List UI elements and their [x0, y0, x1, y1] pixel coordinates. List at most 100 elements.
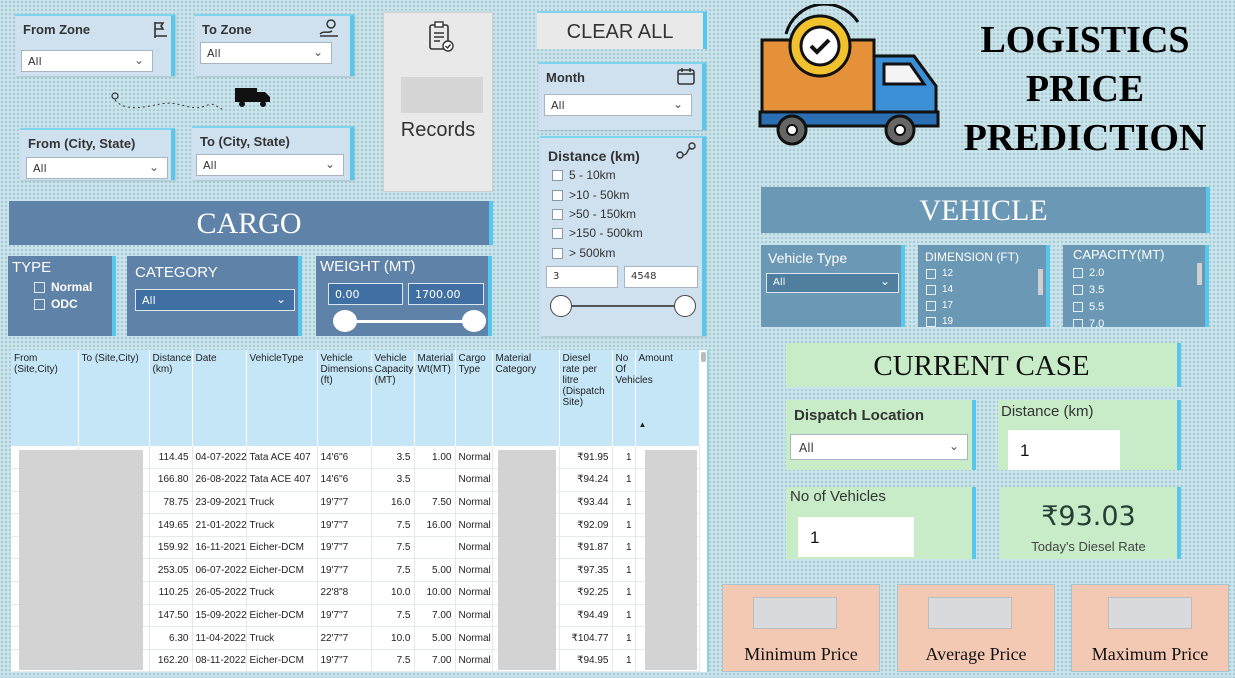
- capacity-option-label: 5.5: [1089, 301, 1105, 313]
- distance-min-input[interactable]: 3: [546, 266, 618, 288]
- vehicles-parameter-input[interactable]: 1: [798, 517, 914, 557]
- column-header[interactable]: From (Site,City): [11, 350, 79, 446]
- type-option-odc[interactable]: ODC: [34, 297, 78, 311]
- column-header[interactable]: Material Wt(MT): [414, 350, 456, 446]
- distance-option-5[interactable]: > 500km: [552, 246, 615, 260]
- column-header[interactable]: Vehicle Dimensions (ft): [317, 350, 373, 446]
- table-cell: Normal: [455, 604, 493, 628]
- dimension-option-label: 17: [942, 300, 954, 311]
- column-header[interactable]: Vehicle Capacity (MT): [371, 350, 415, 446]
- column-header-amount[interactable]: Amount ▲: [635, 350, 700, 446]
- table-cell: Normal: [455, 581, 493, 605]
- distance-option-2[interactable]: >10 - 50km: [552, 188, 629, 202]
- weight-slider-min-handle[interactable]: [333, 310, 357, 332]
- weight-slicer: WEIGHT (MT) 0.00 1700.00: [316, 256, 492, 336]
- table-cell: 10.0: [371, 581, 415, 605]
- table-cell: 11-04-2022: [192, 626, 247, 650]
- chevron-down-icon: ⌄: [948, 439, 959, 453]
- distance-slider-min-handle[interactable]: [550, 295, 572, 317]
- weight-min-input[interactable]: 0.00: [328, 283, 403, 305]
- table-cell: Eicher-DCM: [246, 536, 318, 560]
- distance-option-label: >150 - 500km: [569, 226, 643, 240]
- table-cell: 16-11-2021: [192, 536, 247, 560]
- distance-slider-max-handle[interactable]: [674, 295, 696, 317]
- table-cell: Eicher-DCM: [246, 604, 318, 628]
- distance-parameter-input[interactable]: 1: [1008, 430, 1120, 470]
- column-header[interactable]: Cargo Type: [455, 350, 493, 446]
- checkbox-icon: [34, 281, 45, 293]
- weight-max-input[interactable]: 1700.00: [408, 283, 484, 305]
- column-header[interactable]: Date: [192, 350, 247, 446]
- table-cell: Normal: [455, 468, 493, 492]
- from-city-dropdown[interactable]: All ⌄: [26, 157, 168, 179]
- checkbox-icon: [1073, 285, 1083, 295]
- column-header[interactable]: Distance (km): [149, 350, 193, 446]
- capacity-option[interactable]: 5.5: [1073, 301, 1104, 313]
- to-city-dropdown[interactable]: All ⌄: [196, 154, 344, 176]
- sort-ascending-icon: ▲: [638, 420, 647, 429]
- table-scrollbar[interactable]: [701, 352, 706, 362]
- map-pin-icon: [319, 19, 338, 37]
- table-cell: 147.50: [149, 604, 193, 628]
- table-cell: 22'7"7: [317, 626, 372, 650]
- clear-all-button[interactable]: CLEAR ALL: [537, 11, 707, 49]
- dimension-option[interactable]: 14: [926, 284, 953, 295]
- table-cell: Truck: [246, 513, 318, 537]
- distance-option-1[interactable]: 5 - 10km: [552, 168, 616, 182]
- dimension-option[interactable]: 12: [926, 268, 953, 279]
- table-cell: Tata ACE 407: [246, 446, 318, 470]
- from-zone-dropdown[interactable]: All ⌄: [21, 50, 153, 72]
- dispatch-location-dropdown[interactable]: All ⌄: [790, 434, 968, 460]
- vehicle-type-slicer: Vehicle Type All ⌄: [761, 245, 905, 327]
- dimension-option[interactable]: 17: [926, 300, 953, 311]
- table-cell: Eicher-DCM: [246, 649, 318, 672]
- distance-option-label: >10 - 50km: [569, 188, 630, 202]
- dimension-option-label: 14: [942, 284, 954, 295]
- checkbox-icon: [552, 247, 563, 259]
- dimension-label: DIMENSION (FT): [925, 250, 1019, 264]
- cargo-title: CARGO: [196, 207, 302, 240]
- capacity-scrollbar[interactable]: [1197, 263, 1202, 285]
- column-header[interactable]: To (Site,City): [78, 350, 150, 446]
- route-pin-icon: [154, 22, 167, 38]
- type-option-normal[interactable]: Normal: [34, 280, 92, 294]
- table-cell: 7.50: [414, 491, 456, 515]
- type-option-label: ODC: [51, 297, 78, 311]
- distance-max-input[interactable]: 4548: [624, 266, 698, 288]
- table-cell: 26-05-2022: [192, 581, 247, 605]
- category-dropdown[interactable]: All ⌄: [135, 289, 295, 311]
- table-cell: 14'6"6: [317, 446, 372, 470]
- table-cell: 15-09-2022: [192, 604, 247, 628]
- cargo-section-header: CARGO: [9, 201, 493, 245]
- table-cell: 1.00: [414, 446, 456, 470]
- column-header[interactable]: VehicleType: [246, 350, 318, 446]
- month-dropdown[interactable]: All ⌄: [544, 94, 692, 116]
- column-header[interactable]: No Of Vehicles: [612, 350, 653, 446]
- to-zone-dropdown[interactable]: All ⌄: [200, 42, 332, 64]
- table-cell: 78.75: [149, 491, 193, 515]
- dispatch-location-label: Dispatch Location: [794, 407, 925, 424]
- weight-slider-max-handle[interactable]: [462, 310, 486, 332]
- table-cell: 23-09-2021: [192, 491, 247, 515]
- distance-option-4[interactable]: >150 - 500km: [552, 226, 643, 240]
- table-cell: 16.00: [414, 513, 456, 537]
- from-city-slicer: From (City, State) All ⌄: [20, 128, 175, 180]
- average-price-label: Average Price: [925, 644, 1027, 664]
- capacity-option[interactable]: 7.0: [1073, 318, 1104, 327]
- capacity-option[interactable]: 2.0: [1073, 267, 1104, 279]
- column-header[interactable]: Diesel rate per litre (Dispatch Site): [559, 350, 613, 446]
- table-cell: ₹94.95: [559, 649, 613, 672]
- distance-option-3[interactable]: >50 - 150km: [552, 207, 636, 221]
- table-cell: 253.05: [149, 558, 193, 583]
- table-cell: 7.00: [414, 649, 456, 672]
- dimension-option[interactable]: 19: [926, 316, 953, 327]
- redacted-from-to-column: [19, 450, 143, 670]
- capacity-option-label: 2.0: [1089, 267, 1105, 279]
- capacity-option[interactable]: 3.5: [1073, 284, 1104, 296]
- dimension-scrollbar[interactable]: [1038, 269, 1043, 295]
- column-header[interactable]: Material Category: [492, 350, 560, 446]
- distance-min-value: 3: [553, 271, 560, 282]
- minimum-price-card: Minimum Price: [722, 584, 880, 672]
- vehicle-type-dropdown[interactable]: All ⌄: [766, 273, 899, 293]
- table-cell: 110.25: [149, 581, 193, 605]
